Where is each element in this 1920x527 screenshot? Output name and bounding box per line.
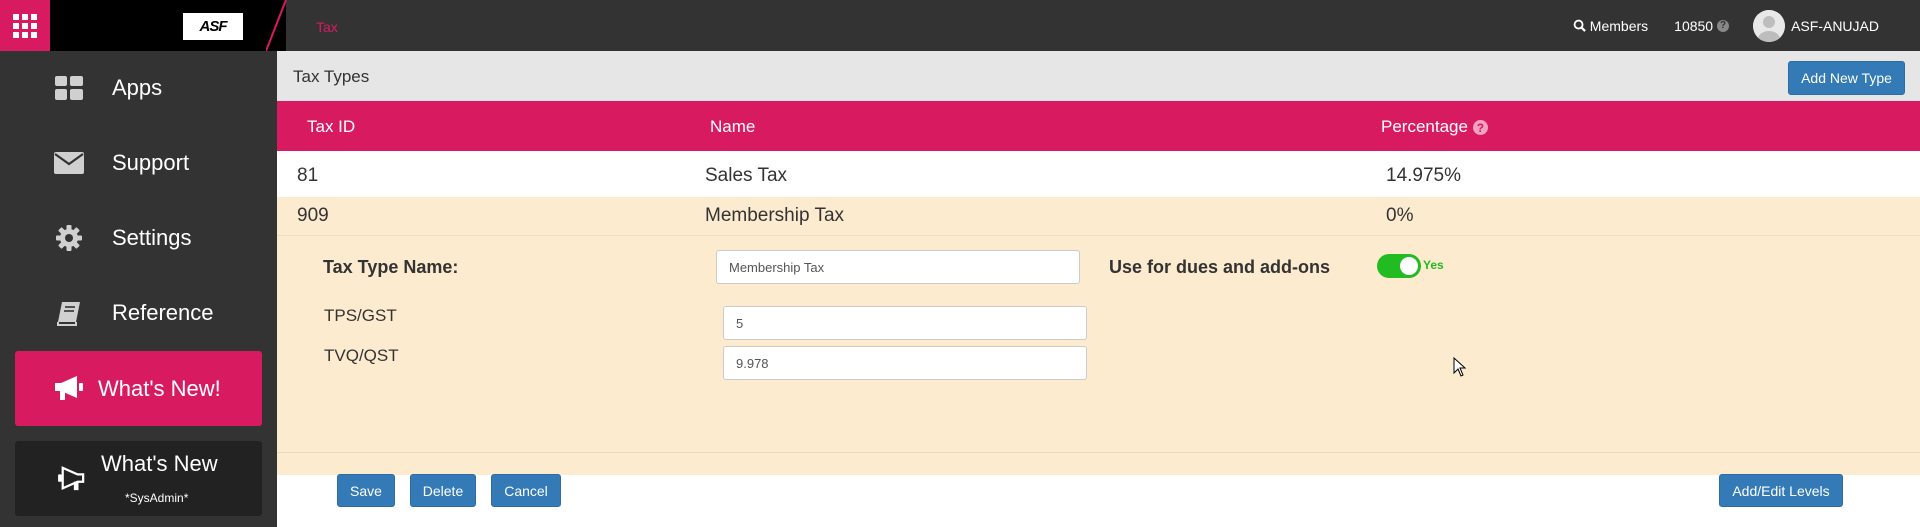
sidebar: Apps Support Settings Reference What's N… bbox=[0, 51, 277, 527]
column-header-percentage[interactable]: Percentage? bbox=[1381, 117, 1488, 137]
dues-addons-label: Use for dues and add-ons bbox=[1109, 257, 1331, 277]
search-icon bbox=[1573, 19, 1586, 32]
add-edit-levels-button[interactable]: Add/Edit Levels bbox=[1719, 474, 1843, 507]
user-menu[interactable]: ASF-ANUJAD bbox=[1753, 9, 1879, 42]
delete-button[interactable]: Delete bbox=[410, 474, 476, 507]
members-search-link[interactable]: Members bbox=[1573, 18, 1648, 34]
app-launcher-button[interactable] bbox=[0, 0, 50, 51]
table-row-selected[interactable]: 909 Membership Tax 0% bbox=[277, 197, 1920, 235]
top-bar: ASF Tax Members 10850 ? ASF-ANUJAD bbox=[0, 0, 1920, 51]
book-icon bbox=[53, 297, 85, 329]
cell-tax-id: 909 bbox=[297, 205, 329, 226]
divider bbox=[277, 452, 1920, 453]
member-count: 10850 ? bbox=[1674, 18, 1730, 34]
top-right-area: Members 10850 ? ASF-ANUJAD bbox=[1573, 0, 1920, 51]
table-row[interactable]: 81 Sales Tax 14.975% bbox=[277, 151, 1920, 197]
megaphone-icon bbox=[53, 374, 85, 407]
gst-input[interactable] bbox=[723, 306, 1087, 340]
envelope-icon bbox=[53, 147, 85, 179]
page-title: Tax Types bbox=[293, 67, 370, 86]
help-icon[interactable]: ? bbox=[1472, 120, 1488, 136]
save-button[interactable]: Save bbox=[337, 474, 395, 507]
megaphone-icon bbox=[57, 466, 87, 497]
sidebar-item-settings[interactable]: Settings bbox=[0, 201, 277, 275]
sidebar-item-support[interactable]: Support bbox=[0, 126, 277, 200]
sidebar-item-whats-new[interactable]: What's New! bbox=[15, 351, 262, 426]
add-new-type-button[interactable]: Add New Type bbox=[1788, 61, 1905, 95]
apps-grid-icon bbox=[53, 72, 85, 104]
breadcrumb[interactable]: Tax bbox=[316, 19, 338, 35]
column-header-tax-id[interactable]: Tax ID bbox=[307, 117, 355, 137]
panel-header: Tax Types Add New Type bbox=[277, 51, 1920, 101]
sidebar-item-reference[interactable]: Reference bbox=[0, 276, 277, 350]
main-content: Tax Types Add New Type Tax ID Name Perce… bbox=[277, 51, 1920, 527]
gst-label: TPS/GST bbox=[324, 306, 397, 325]
qst-label: TVQ/QST bbox=[324, 346, 399, 365]
qst-input[interactable] bbox=[723, 346, 1087, 380]
sidebar-item-apps[interactable]: Apps bbox=[0, 51, 277, 125]
cell-percentage: 0% bbox=[1386, 205, 1414, 226]
gear-icon bbox=[53, 222, 85, 254]
tax-type-name-label: Tax Type Name: bbox=[323, 257, 459, 277]
dues-addons-toggle[interactable] bbox=[1377, 254, 1421, 278]
avatar bbox=[1753, 9, 1786, 42]
table-header: Tax ID Name Percentage? bbox=[277, 101, 1920, 151]
toggle-state-label: Yes bbox=[1423, 258, 1444, 272]
mouse-cursor-icon bbox=[1453, 357, 1467, 377]
grid-icon bbox=[13, 13, 37, 38]
cell-percentage: 14.975% bbox=[1386, 165, 1462, 186]
username: ASF-ANUJAD bbox=[1791, 17, 1879, 34]
column-header-name[interactable]: Name bbox=[710, 117, 755, 137]
logo-area: ASF bbox=[50, 0, 286, 51]
tax-type-name-input[interactable] bbox=[716, 250, 1080, 284]
sidebar-item-whats-new-sysadmin[interactable]: What's New *SysAdmin* bbox=[15, 441, 262, 516]
cell-tax-id: 81 bbox=[297, 165, 319, 186]
cell-name: Sales Tax bbox=[705, 165, 788, 186]
cell-name: Membership Tax bbox=[705, 205, 845, 226]
breadcrumb-divider-icon bbox=[266, 0, 287, 51]
edit-form: Tax Type Name: Use for dues and add-ons … bbox=[277, 235, 1920, 507]
logo[interactable]: ASF bbox=[183, 13, 243, 40]
help-icon[interactable]: ? bbox=[1717, 19, 1730, 32]
cancel-button[interactable]: Cancel bbox=[491, 474, 561, 507]
